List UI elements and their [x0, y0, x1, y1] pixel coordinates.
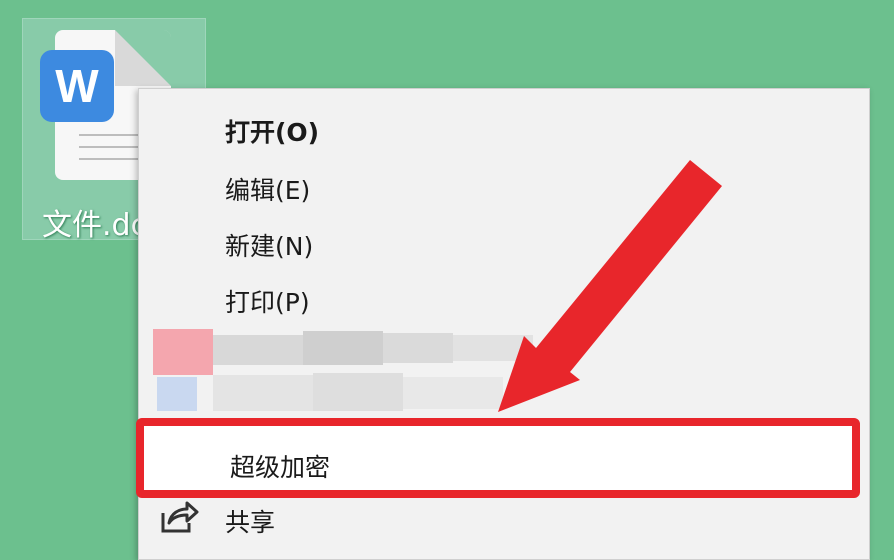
red-arrow — [498, 160, 722, 412]
